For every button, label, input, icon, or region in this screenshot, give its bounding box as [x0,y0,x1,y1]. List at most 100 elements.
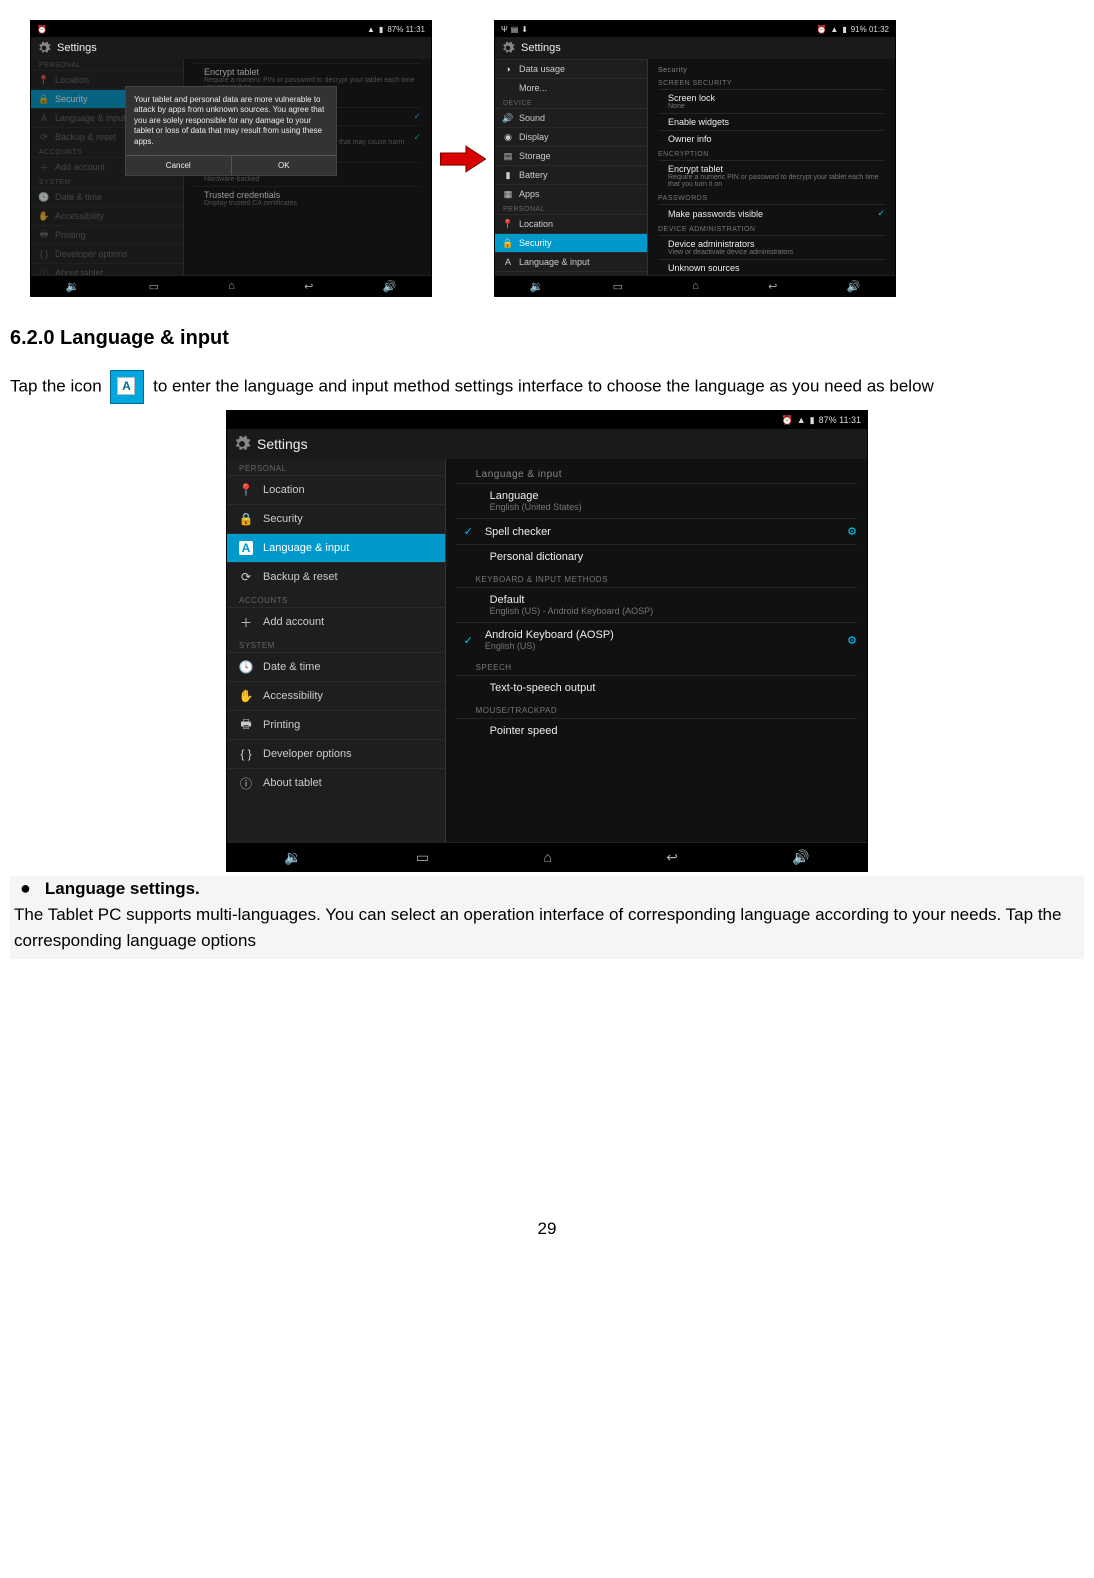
sidebar-item-backup[interactable]: ⟳Backup & reset [227,562,445,591]
row-trusted-cred[interactable]: Trusted credentialsDisplay trusted CA ce… [194,186,421,210]
check-icon[interactable]: ✓ [413,132,421,143]
display-icon: ◉ [503,132,513,142]
row-owner-info[interactable]: Owner info [658,130,885,147]
info-icon: ⓘ [39,268,49,275]
row-passwords-visible[interactable]: Make passwords visible✓ [658,204,885,222]
dialog-ok-button[interactable]: OK [232,156,337,175]
vol-down-icon[interactable]: 🔉 [66,280,80,293]
plus-icon: ＋ [239,615,253,629]
check-icon[interactable]: ✓ [464,634,473,647]
language-icon: A [239,541,253,555]
dialog-message: Your tablet and personal data are more v… [126,87,336,155]
sidebar-item-security[interactable]: 🔒Security [227,504,445,533]
sidebar-section: DEVICE [495,97,647,108]
sidebar-item-accessibility[interactable]: ✋Accessibility [227,681,445,710]
detail-title: Security [658,63,885,76]
screenshot-security-list: Ψ ▤ ⬇ ⏰ ▲ ▮ 91% 01:32 Settings ◑Data usa… [494,20,896,297]
row-pointer-speed[interactable]: Pointer speed [456,718,857,743]
row-tts[interactable]: Text-to-speech output [456,675,857,700]
row-unknown-sources[interactable]: Unknown sources [658,259,885,275]
row-personal-dictionary[interactable]: Personal dictionary [456,544,857,569]
row-language[interactable]: LanguageEnglish (United States) [456,483,857,518]
sidebar-item-location[interactable]: 📍Location [495,214,647,233]
sidebar-item-language[interactable]: ALanguage & input [227,533,445,562]
recent-icon[interactable]: ▭ [149,280,159,293]
section-screen-security: SCREEN SECURITY [658,76,885,89]
settings-header: Settings [31,37,431,59]
sidebar-item-storage[interactable]: ▤Storage [495,146,647,165]
check-icon[interactable]: ✓ [413,111,421,122]
nav-bar: 🔉 ▭ ⌂ ↩ 🔊 [227,842,867,871]
vol-down-icon[interactable]: 🔉 [284,849,301,866]
vol-up-icon[interactable]: 🔊 [847,280,861,293]
vol-down-icon[interactable]: 🔉 [530,280,544,293]
home-icon[interactable]: ⌂ [228,280,235,292]
back-icon[interactable]: ↩ [768,280,777,293]
sidebar-item-about[interactable]: ⓘAbout tablet [227,768,445,797]
gear-icon [37,41,51,55]
home-icon[interactable]: ⌂ [543,849,551,865]
sidebar-item-printing[interactable]: 🖶Printing [227,710,445,739]
check-icon[interactable]: ✓ [464,525,473,538]
detail-panel: Security SCREEN SECURITY Screen lockNone… [648,59,895,275]
back-icon[interactable]: ↩ [304,280,313,293]
sidebar-item-sound[interactable]: 🔊Sound [495,108,647,127]
sidebar-item-apps[interactable]: ▦Apps [495,184,647,203]
row-android-kb[interactable]: ✓Android Keyboard (AOSP)English (US)⚙ [456,622,857,657]
sidebar-item-date[interactable]: 🕓Date & time [227,652,445,681]
intro-paragraph: Tap the icon to enter the language and i… [10,370,1084,404]
lock-icon: 🔒 [239,512,253,526]
row-encrypt[interactable]: Encrypt tabletRequire a numeric PIN or p… [658,160,885,191]
usb-icon: Ψ [501,25,508,34]
row-default-kb[interactable]: DefaultEnglish (US) - Android Keyboard (… [456,587,857,622]
sidebar-section: SYSTEM [227,636,445,652]
sidebar-item-accessibility[interactable]: ✋Accessibility [31,206,183,225]
row-enable-widgets[interactable]: Enable widgets [658,113,885,130]
row-device-admin[interactable]: Device administratorsView or deactivate … [658,235,885,259]
sidebar-item-about[interactable]: ⓘAbout tablet [31,263,183,275]
row-screen-lock[interactable]: Screen lockNone [658,89,885,113]
settings-header: Settings [227,429,867,459]
settings-title: Settings [521,42,561,54]
sidebar-item-data-usage[interactable]: ◑Data usage [495,59,647,78]
sidebar-section: ACCOUNTS [227,591,445,607]
row-spell-checker[interactable]: ✓Spell checker⚙ [456,518,857,544]
sidebar-item-developer[interactable]: { }Developer options [227,739,445,768]
storage-icon: ▤ [503,151,513,161]
clock-icon: 🕓 [39,192,49,202]
sd-icon: ▤ [511,25,519,34]
settings-header: Settings [495,37,895,59]
section-speech: SPEECH [456,657,857,675]
gear-icon [501,41,515,55]
sidebar-item-security[interactable]: 🔒Security [495,233,647,252]
detail-panel: Language & input LanguageEnglish (United… [446,459,867,842]
top-screenshot-row: ⏰ ▲ ▮ 87% 11:31 Settings PERSONAL 📍Locat… [30,20,1084,297]
wifi-icon: ▲ [367,25,375,34]
location-icon: 📍 [503,219,513,229]
detail-title: Language & input [456,463,857,483]
status-time: 91% 01:32 [851,25,889,34]
tune-icon[interactable]: ⚙ [847,634,857,647]
sidebar-item-printing[interactable]: 🖶Printing [31,225,183,244]
sidebar-item-more[interactable]: More... [495,78,647,97]
sidebar-item-developer[interactable]: { }Developer options [31,244,183,263]
sidebar-section: PERSONAL [495,203,647,214]
hand-icon: ✋ [239,689,253,703]
recent-icon[interactable]: ▭ [613,280,623,293]
check-icon[interactable]: ✓ [877,208,885,219]
vol-up-icon[interactable]: 🔊 [792,849,809,866]
sidebar-item-battery[interactable]: ▮Battery [495,165,647,184]
vol-up-icon[interactable]: 🔊 [383,280,397,293]
sidebar-item-date[interactable]: 🕓Date & time [31,187,183,206]
section-heading: 6.2.0 Language & input [10,327,1084,350]
back-icon[interactable]: ↩ [666,849,678,866]
home-icon[interactable]: ⌂ [692,280,699,292]
recent-icon[interactable]: ▭ [416,849,429,866]
sidebar-item-language[interactable]: ALanguage & input [495,252,647,271]
sidebar-item-add-account[interactable]: ＋Add account [227,607,445,636]
dialog-cancel-button[interactable]: Cancel [126,156,232,175]
sidebar-item-display[interactable]: ◉Display [495,127,647,146]
tune-icon[interactable]: ⚙ [847,525,857,538]
sidebar-section: SYSTEM [31,176,183,187]
sidebar-item-location[interactable]: 📍Location [227,475,445,504]
